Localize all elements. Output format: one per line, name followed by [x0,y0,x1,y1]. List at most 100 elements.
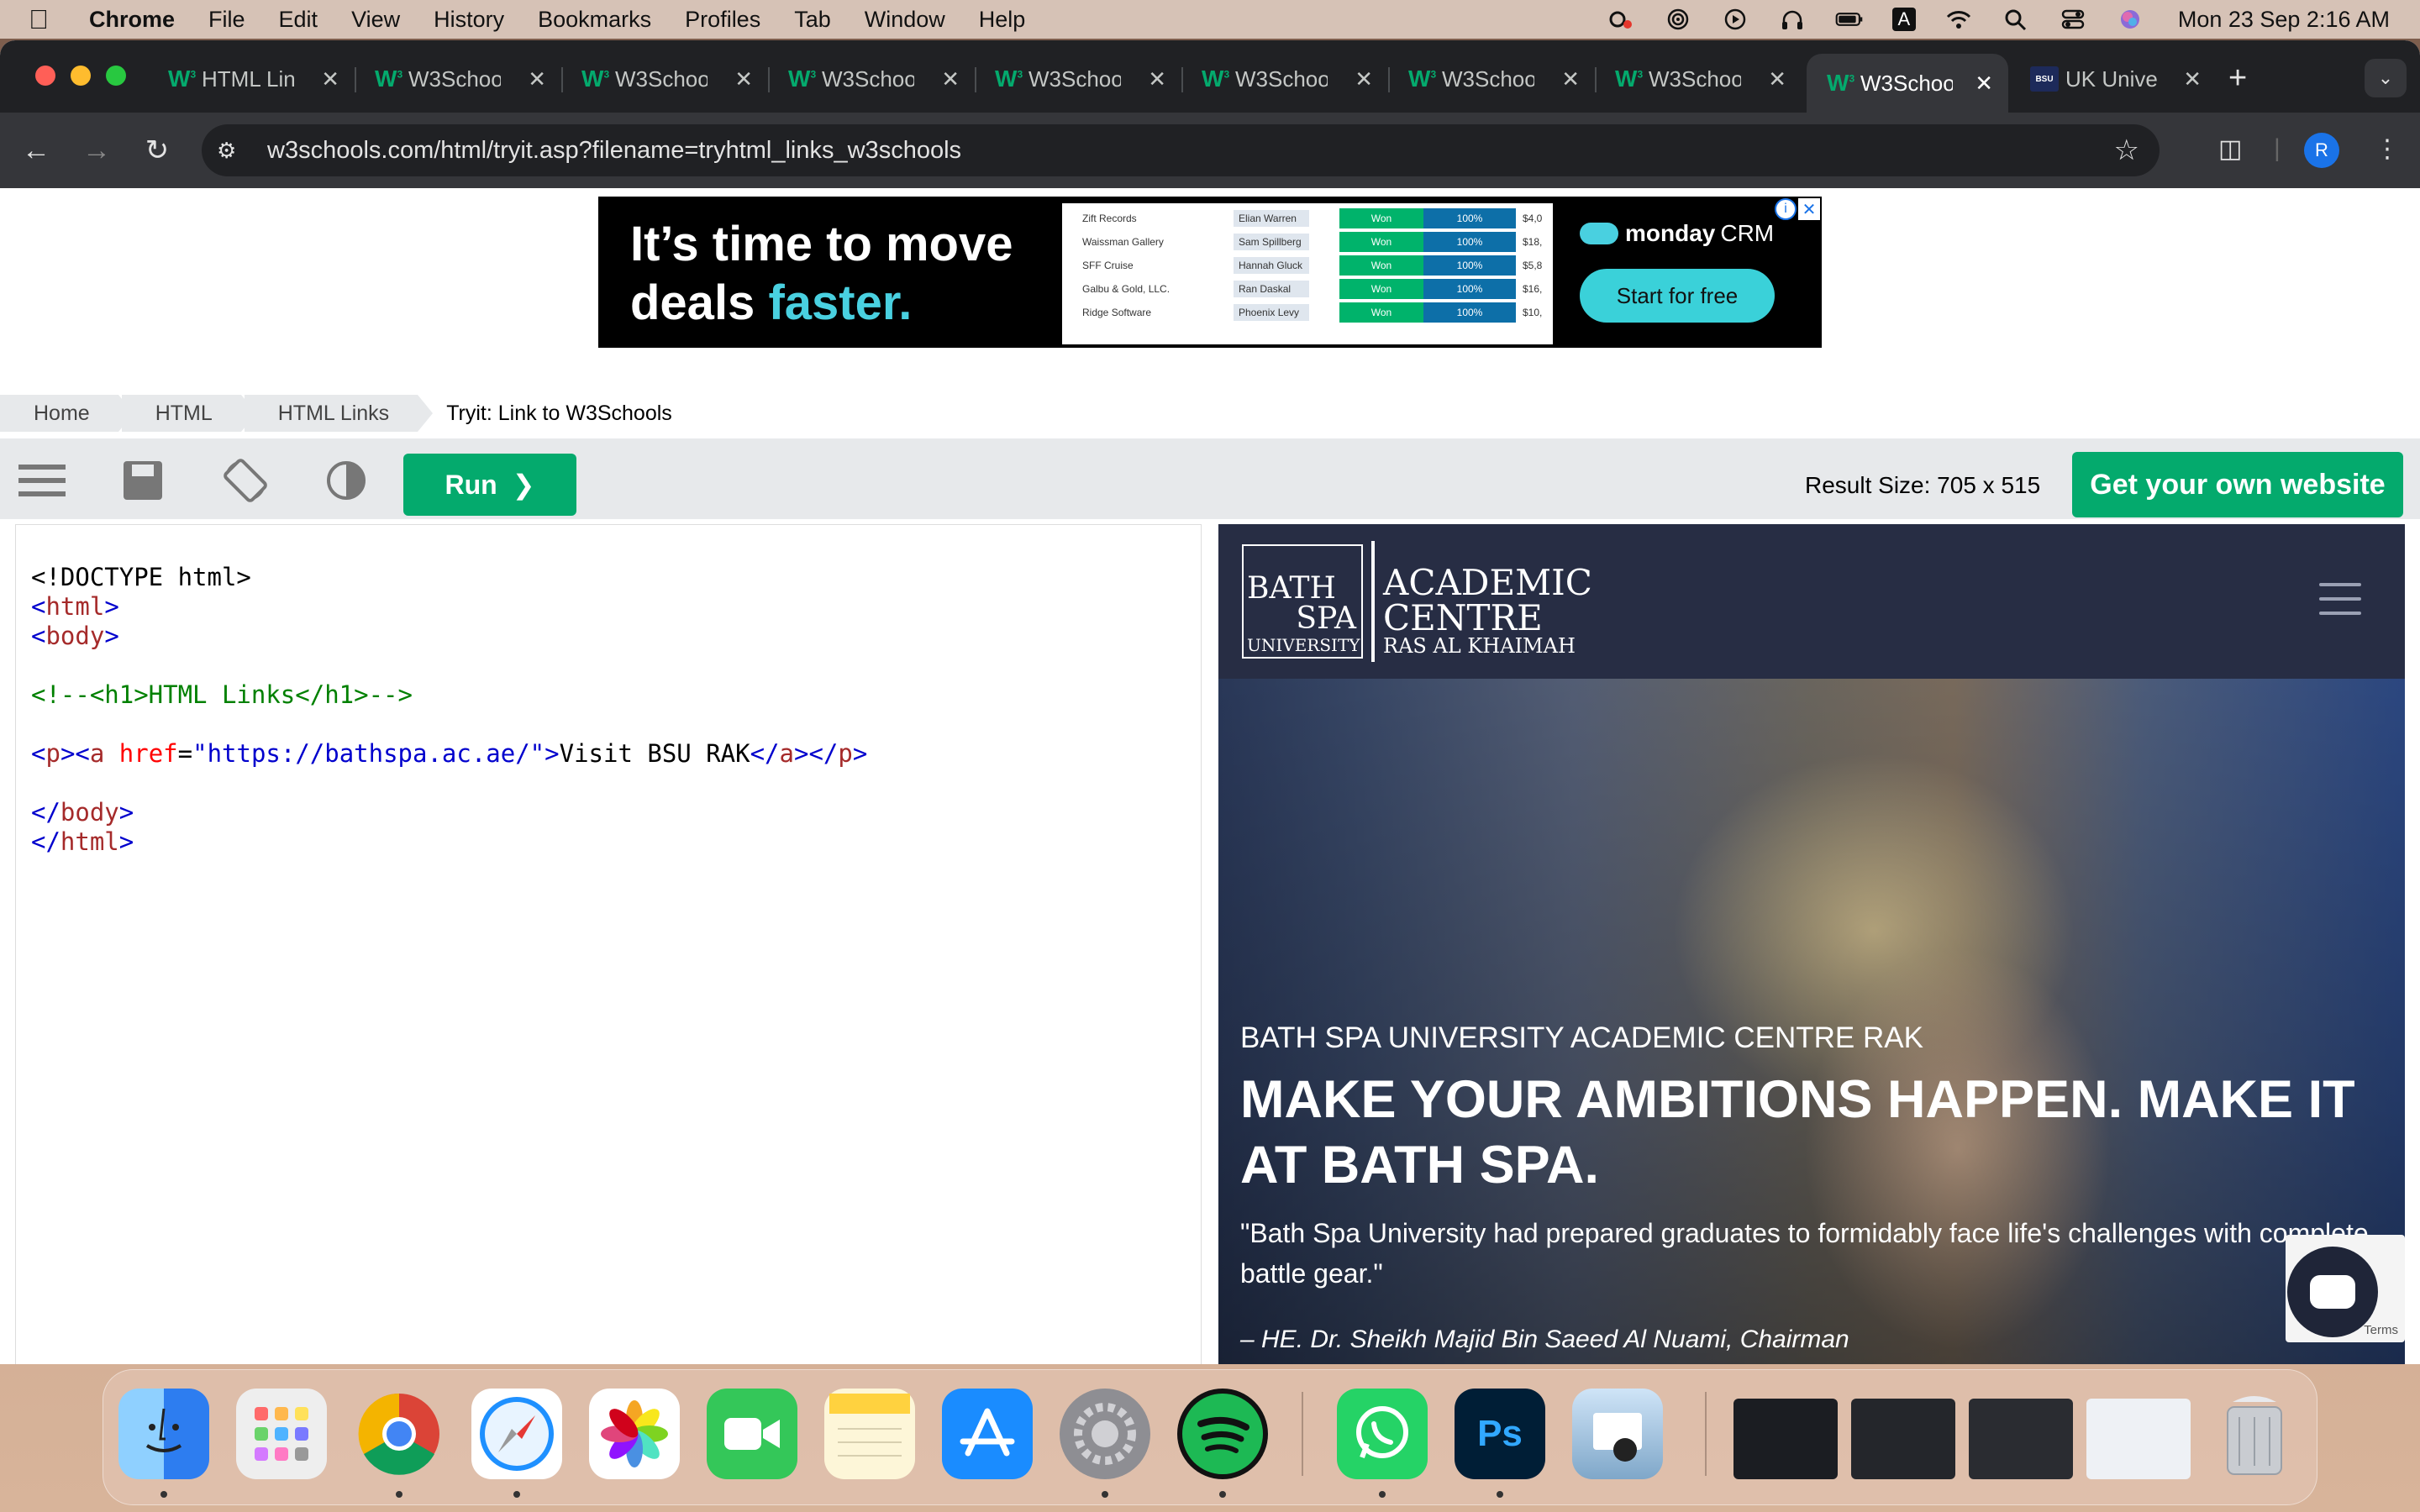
chevron-right-icon: ❯ [512,470,535,500]
safari-icon[interactable] [471,1389,562,1479]
close-tab-icon[interactable]: ✕ [941,66,960,92]
photoshop-icon[interactable]: Ps [1455,1389,1545,1479]
zoom-window-button[interactable] [106,66,126,86]
tab-search-chevron-icon[interactable]: ⌄ [2365,59,2407,97]
run-button[interactable]: Run ❯ [403,454,576,516]
settings-icon[interactable] [1060,1389,1150,1479]
terms-link[interactable]: Terms [2364,1323,2398,1337]
site-menu-hamburger-icon[interactable] [2319,583,2361,617]
browser-tab[interactable]: W3 W3Schoo ✕ [561,54,770,104]
headphones-icon[interactable] [1778,8,1807,31]
chrome-icon[interactable] [354,1389,445,1479]
notes-icon[interactable] [824,1389,915,1479]
back-arrow-icon[interactable]: ← [17,131,55,170]
address-bar[interactable]: ⚙ w3schools.com/html/tryit.asp?filename=… [202,124,2160,176]
ad-start-free-button[interactable]: Start for free [1580,269,1775,323]
siri-icon[interactable] [2116,8,2144,31]
ad-info-icon[interactable]: i [1775,198,1797,220]
bookmark-star-icon[interactable]: ☆ [2114,134,2139,167]
chat-icon[interactable] [2287,1247,2378,1337]
minimized-window-thumbnail[interactable] [1733,1399,1838,1479]
close-tab-icon[interactable]: ✕ [1561,66,1580,92]
code-line: <!--<h1>HTML Links</h1>--> [31,680,1186,710]
code-punct: < [31,739,46,768]
close-tab-icon[interactable]: ✕ [321,66,339,92]
finder-icon[interactable] [118,1389,209,1479]
preview-icon[interactable] [1572,1389,1663,1479]
close-tab-icon[interactable]: ✕ [734,66,753,92]
menu-bar-clock[interactable]: Mon 23 Sep 2:16 AM [2178,7,2390,33]
whatsapp-icon[interactable] [1337,1389,1428,1479]
creative-cloud-icon[interactable] [1607,8,1635,31]
rotate-orientation-icon[interactable] [222,459,269,502]
url-text[interactable]: w3schools.com/html/tryit.asp?filename=tr… [267,137,961,165]
menu-window[interactable]: Window [865,7,945,33]
close-tab-icon[interactable]: ✕ [528,66,546,92]
apple-menu-icon[interactable]:  [29,4,71,35]
spotlight-icon[interactable] [2002,8,2030,31]
ad-close-icon[interactable]: ✕ [1798,198,1820,220]
close-tab-icon[interactable]: ✕ [1148,66,1166,92]
close-window-button[interactable] [35,66,55,86]
menu-file[interactable]: File [208,7,245,33]
extensions-puzzle-icon[interactable]: ◫ [2218,134,2242,164]
browser-tab[interactable]: BSU UK Unive ✕ [2010,54,2217,104]
breadcrumb-home[interactable]: Home [0,395,134,432]
input-source-icon[interactable]: A [1891,8,1916,31]
control-center-icon[interactable] [2059,8,2087,31]
menu-help[interactable]: Help [979,7,1026,33]
photos-icon[interactable] [589,1389,680,1479]
dark-mode-contrast-icon[interactable] [323,459,370,502]
minimized-window-thumbnail[interactable] [1851,1399,1955,1479]
menu-tab[interactable]: Tab [794,7,831,33]
forward-arrow-icon[interactable]: → [77,131,116,170]
ad-banner[interactable]: It’s time to move deals faster. Zift Rec… [598,197,1822,348]
code-text: Visit BSU RAK [559,739,750,768]
close-tab-icon[interactable]: ✕ [1975,71,1993,97]
spotify-icon[interactable] [1177,1389,1268,1479]
menu-view[interactable]: View [351,7,400,33]
trash-icon[interactable] [2209,1389,2300,1479]
get-your-own-website-button[interactable]: Get your own website [2072,452,2403,517]
profile-avatar[interactable]: R [2304,133,2339,168]
bath-spa-icon: BSU [2030,66,2059,92]
save-icon[interactable] [119,459,166,502]
result-iframe[interactable]: BATH SPA UNIVERSITY ACADEMIC CENTRE RAS … [1218,524,2405,1364]
play-icon[interactable] [1721,8,1749,31]
browser-tab-active[interactable]: W3 W3Schoo ✕ [1807,54,2008,113]
facetime-icon[interactable] [707,1389,797,1479]
menu-hamburger-icon[interactable] [18,459,66,502]
minimized-window-thumbnail[interactable] [2086,1399,2191,1479]
close-tab-icon[interactable]: ✕ [2183,66,2202,92]
menu-bookmarks[interactable]: Bookmarks [538,7,651,33]
close-tab-icon[interactable]: ✕ [1768,66,1786,92]
browser-tab[interactable]: W3 W3Schoo ✕ [975,54,1183,104]
new-tab-icon[interactable]: + [2228,60,2247,97]
breadcrumb-html-links[interactable]: HTML Links [244,395,434,432]
chrome-menu-kebab-icon[interactable]: ⋮ [2375,134,2400,164]
minimize-window-button[interactable] [71,66,91,86]
wifi-icon[interactable] [1944,8,1973,31]
bath-spa-logo[interactable]: BATH SPA UNIVERSITY [1242,544,1363,659]
browser-tab[interactable]: W3 HTML Lin ✕ [148,54,356,104]
launchpad-icon[interactable] [236,1389,327,1479]
battery-icon[interactable] [1835,8,1864,31]
menu-app-name[interactable]: Chrome [89,7,175,33]
reload-icon[interactable]: ↻ [138,131,176,170]
browser-tab[interactable]: W3 W3Schoo ✕ [1181,54,1390,104]
menu-profiles[interactable]: Profiles [685,7,760,33]
menu-edit[interactable]: Edit [279,7,318,33]
close-tab-icon[interactable]: ✕ [1355,66,1373,92]
browser-tab[interactable]: W3 W3Schoo ✕ [1388,54,1597,104]
menu-history[interactable]: History [434,7,504,33]
browser-tab[interactable]: W3 W3Schoo ✕ [768,54,976,104]
app-store-icon[interactable] [942,1389,1033,1479]
minimized-window-thumbnail[interactable] [1969,1399,2073,1479]
browser-tab[interactable]: W3 W3Schoo ✕ [1595,54,1802,104]
running-indicator [1102,1491,1108,1498]
airdrop-icon[interactable] [1664,8,1692,31]
site-info-icon[interactable]: ⚙ [217,138,267,164]
code-editor[interactable]: <!DOCTYPE html> <html> <body> <!--<h1>HTML … [15,524,1202,1364]
browser-tab[interactable]: W3 W3Schoo ✕ [355,54,563,104]
breadcrumb-html[interactable]: HTML [121,395,256,432]
